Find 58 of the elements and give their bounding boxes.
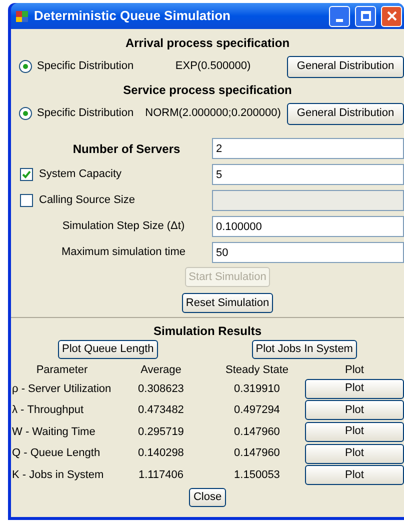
row-plot-button[interactable]: Plot — [305, 444, 404, 464]
column-header: Steady State — [224, 363, 290, 378]
table-cell-text: 1.150053 — [233, 468, 281, 483]
input-field[interactable]: 50 — [212, 242, 404, 263]
radio-option[interactable]: Specific Distribution — [11, 105, 139, 122]
input-field[interactable]: 0.100000 — [212, 216, 404, 237]
table-cell-text: 0.497294 — [233, 403, 281, 418]
table-cell-text: ρ - Server Utilization — [11, 382, 112, 397]
checkbox[interactable] — [20, 168, 33, 181]
radio-option[interactable]: Specific Distribution — [11, 58, 139, 75]
close-dialog-button[interactable]: Close — [189, 488, 226, 507]
general-distribution-button[interactable]: General Distribution — [287, 102, 404, 124]
distribution-value: EXP(0.500000) — [174, 59, 252, 74]
column-header: Average — [140, 363, 182, 378]
plot-button[interactable]: Plot Jobs In System — [252, 340, 357, 359]
radio-button[interactable] — [19, 107, 32, 120]
section-heading: Service process specification — [123, 82, 292, 99]
window-title: Deterministic Queue Simulation — [34, 7, 232, 26]
table-cell-text: λ - Throughput — [11, 403, 85, 418]
table-cell-text: 0.319910 — [233, 382, 281, 397]
general-distribution-button[interactable]: General Distribution — [287, 56, 404, 78]
field-label: Number of Servers — [72, 140, 182, 158]
close-button[interactable] — [381, 6, 402, 26]
column-header: Parameter — [35, 363, 89, 378]
radio-label: Specific Distribution — [37, 106, 134, 122]
field-label: Calling Source Size — [39, 193, 135, 208]
row-plot-button[interactable]: Plot — [305, 422, 404, 442]
table-cell-text: Q - Queue Length — [11, 446, 102, 462]
table-cell-text: 0.295719 — [137, 424, 185, 440]
column-header: Plot — [344, 363, 365, 378]
app-icon — [15, 9, 29, 23]
minimize-button[interactable] — [329, 6, 350, 26]
table-cell-text: W - Waiting Time — [11, 424, 96, 440]
maximize-button[interactable] — [355, 6, 376, 26]
close-icon — [386, 11, 396, 21]
plot-button[interactable]: Plot Queue Length — [58, 340, 158, 359]
table-cell-text: 0.147960 — [233, 446, 281, 462]
table-cell-text: 0.308623 — [137, 382, 185, 397]
table-cell-text: 1.117406 — [137, 468, 185, 483]
row-plot-button[interactable]: Plot — [305, 400, 404, 420]
section-heading: Simulation Results — [153, 322, 262, 340]
field-label: Maximum simulation time — [60, 245, 187, 260]
radio-button[interactable] — [19, 60, 32, 73]
distribution-value: NORM(2.000000;0.200000) — [144, 106, 282, 122]
input-field[interactable]: 2 — [212, 138, 404, 159]
table-cell-text: K - Jobs in System — [11, 468, 105, 483]
radio-label: Specific Distribution — [37, 59, 134, 74]
table-cell-text: 0.140298 — [137, 446, 185, 462]
table-cell-text: 0.147960 — [233, 424, 281, 440]
row-plot-button[interactable]: Plot — [305, 378, 404, 399]
field-label: System Capacity — [39, 167, 122, 182]
row-plot-button[interactable]: Plot — [305, 465, 404, 486]
simulation-button[interactable]: Reset Simulation — [182, 293, 274, 313]
section-heading: Arrival process specification — [125, 35, 290, 52]
field-label: Simulation Step Size (Δt) — [61, 219, 186, 234]
table-cell-text: 0.473482 — [137, 403, 185, 418]
check-icon — [22, 170, 31, 179]
input-field[interactable]: 5 — [212, 164, 404, 185]
